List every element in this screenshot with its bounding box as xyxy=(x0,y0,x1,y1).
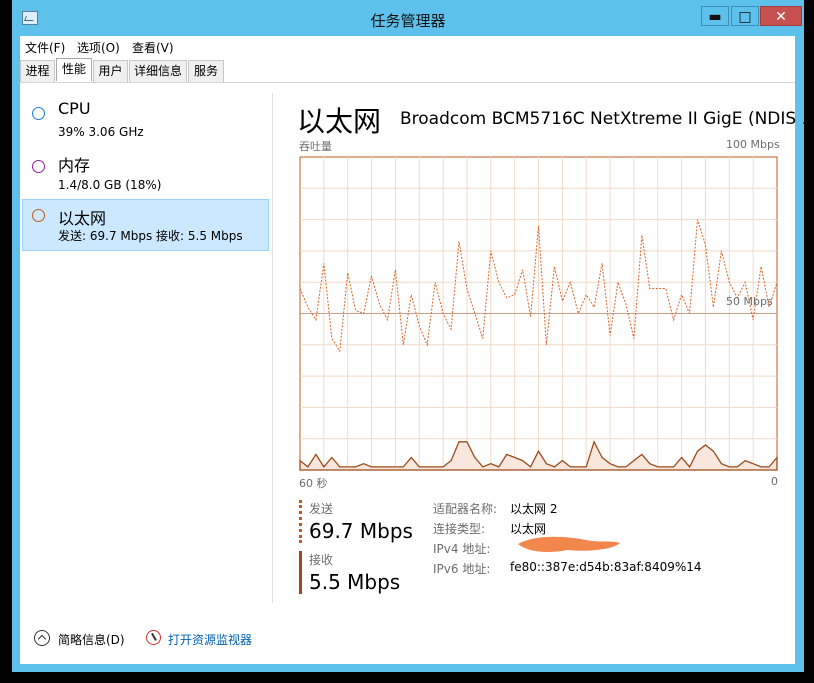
menu-view[interactable]: 查看(V) xyxy=(132,39,174,56)
receive-stat: 接收 5.5 Mbps xyxy=(299,551,400,594)
throughput-chart xyxy=(299,156,778,475)
menu-options[interactable]: 选项(O) xyxy=(77,39,120,56)
footer-bar: 简略信息(D) 打开资源监视器 xyxy=(20,622,795,662)
cpu-title: CPU xyxy=(58,99,91,118)
perf-item-memory[interactable]: 内存 1.4/8.0 GB (18%) xyxy=(22,146,269,198)
detail-key: 适配器名称: xyxy=(433,502,498,516)
page-title: 以太网 xyxy=(297,105,382,138)
tab-processes[interactable]: 进程 xyxy=(20,60,55,82)
tab-services[interactable]: 服务 xyxy=(188,60,224,82)
ethernet-circle-icon xyxy=(32,209,45,222)
perf-item-ethernet[interactable]: 以太网 发送: 69.7 Mbps 接收: 5.5 Mbps xyxy=(22,199,269,251)
tab-performance[interactable]: 性能 xyxy=(56,58,92,81)
cpu-circle-icon xyxy=(32,107,45,120)
title-bar[interactable]: 任务管理器 ▬ □ ✕ xyxy=(12,0,804,36)
fewer-details-link[interactable]: 简略信息(D) xyxy=(58,631,125,648)
redaction-smudge xyxy=(518,536,620,552)
throughput-label: 吞吐量 xyxy=(299,140,332,153)
close-button[interactable]: ✕ xyxy=(760,6,802,26)
detail-value: 以太网 2 xyxy=(510,502,558,516)
maximize-button[interactable]: □ xyxy=(731,6,759,26)
menu-bar: 文件(F) 选项(O) 查看(V) xyxy=(20,36,795,56)
throughput-chart-svg xyxy=(299,156,778,471)
minimize-button[interactable]: ▬ xyxy=(701,6,729,26)
tab-details[interactable]: 详细信息 xyxy=(129,60,187,82)
time-end-label: 0 xyxy=(771,475,778,488)
perf-item-cpu[interactable]: CPU 39% 3.06 GHz xyxy=(22,93,269,145)
time-start-label: 60 秒 xyxy=(299,477,328,490)
memory-title: 内存 xyxy=(58,156,91,175)
mid-scale-label: 50 Mbps xyxy=(726,295,773,308)
receive-label: 接收 xyxy=(309,553,334,567)
memory-circle-icon xyxy=(32,160,45,173)
window-title: 任务管理器 xyxy=(370,12,446,30)
resource-monitor-icon xyxy=(146,630,161,645)
send-label: 发送 xyxy=(309,502,334,516)
detail-value: fe80::387e:d54b:83af:8409%14 xyxy=(510,560,702,574)
pane-divider xyxy=(272,93,273,603)
cpu-summary: 39% 3.06 GHz xyxy=(58,125,144,139)
collapse-chevron-icon[interactable] xyxy=(34,630,50,646)
send-stat: 发送 69.7 Mbps xyxy=(299,500,413,543)
tab-strip: 进程 性能 用户 详细信息 服务 xyxy=(20,58,795,83)
detail-key: IPv4 地址: xyxy=(433,542,491,556)
task-manager-window: 任务管理器 ▬ □ ✕ 文件(F) 选项(O) 查看(V) 进程 性能 用户 详… xyxy=(12,0,814,672)
memory-summary: 1.4/8.0 GB (18%) xyxy=(58,178,162,192)
ethernet-summary: 发送: 69.7 Mbps 接收: 5.5 Mbps xyxy=(58,229,243,243)
menu-file[interactable]: 文件(F) xyxy=(25,39,65,56)
tab-users[interactable]: 用户 xyxy=(93,60,128,82)
adapter-name: Broadcom BCM5716C NetXtreme II GigE (NDI… xyxy=(400,109,814,129)
detail-key: IPv6 地址: xyxy=(433,562,491,576)
open-resource-monitor-link[interactable]: 打开资源监视器 xyxy=(168,631,252,648)
receive-value: 5.5 Mbps xyxy=(309,570,401,594)
detail-key: 连接类型: xyxy=(433,522,486,536)
ethernet-title: 以太网 xyxy=(58,209,107,228)
max-scale-label: 100 Mbps xyxy=(726,138,780,151)
send-value: 69.7 Mbps xyxy=(309,519,413,543)
client-area: 文件(F) 选项(O) 查看(V) 进程 性能 用户 详细信息 服务 CPU 3… xyxy=(20,36,814,664)
